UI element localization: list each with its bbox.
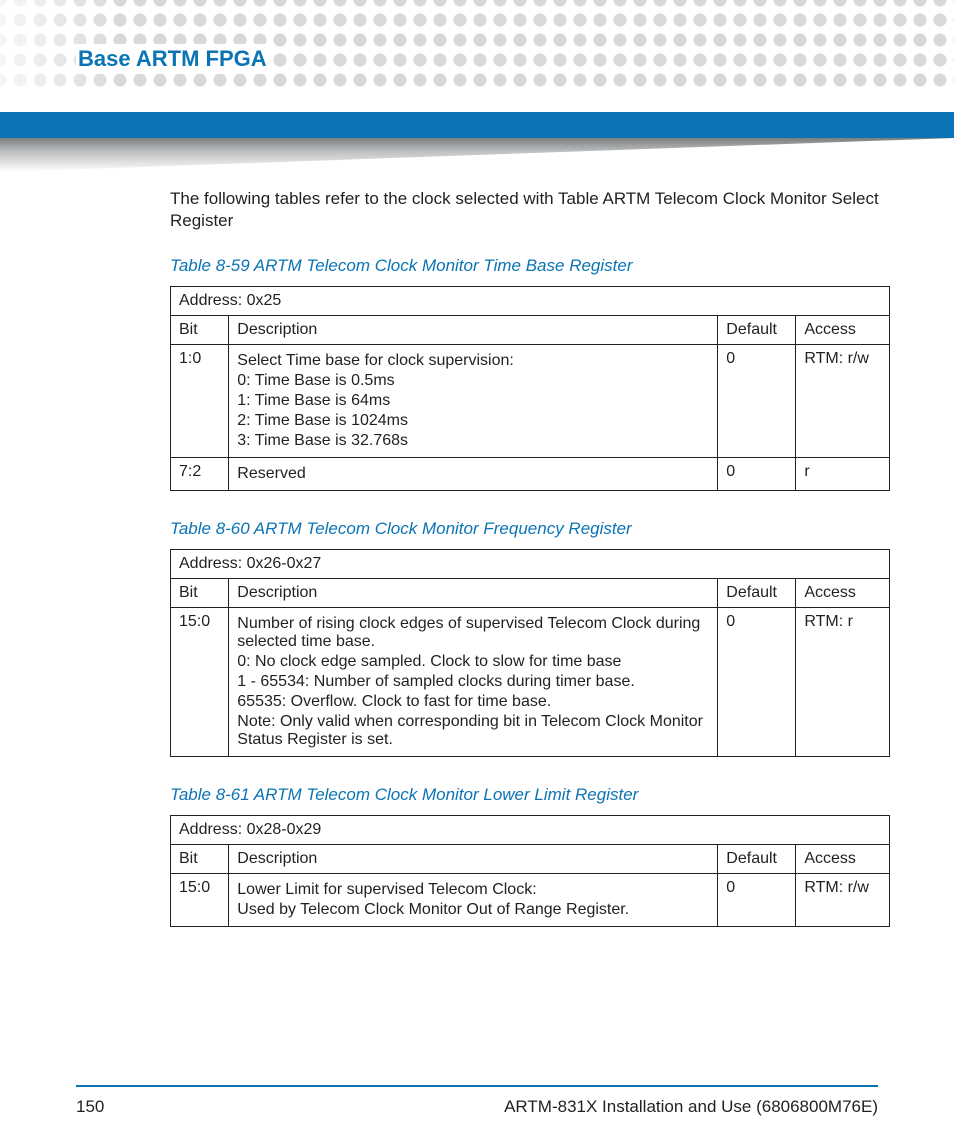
table-row: 15:0 Lower Limit for supervised Telecom C…: [171, 874, 890, 927]
desc-line: 0: Time Base is 0.5ms: [237, 372, 709, 390]
table-address: Address: 0x25: [171, 287, 890, 316]
cell-bit: 1:0: [171, 345, 229, 458]
cell-access: RTM: r: [796, 608, 890, 757]
cell-bit: 7:2: [171, 458, 229, 491]
column-header-bit: Bit: [171, 579, 229, 608]
header-wedge: [0, 138, 954, 172]
register-table: Address: 0x25BitDescriptionDefaultAccess…: [170, 286, 890, 491]
content-area: The following tables refer to the clock …: [170, 188, 890, 955]
column-header-desc: Description: [229, 845, 718, 874]
desc-line: 3: Time Base is 32.768s: [237, 432, 709, 450]
table-address: Address: 0x28-0x29: [171, 816, 890, 845]
table-caption: Table 8-61 ARTM Telecom Clock Monitor Lo…: [170, 785, 890, 805]
footer-rule: [76, 1085, 878, 1087]
cell-description: Select Time base for clock supervision: 0…: [229, 345, 718, 458]
column-header-desc: Description: [229, 579, 718, 608]
table-caption: Table 8-59 ARTM Telecom Clock Monitor Ti…: [170, 256, 890, 276]
column-header-desc: Description: [229, 316, 718, 345]
desc-line: 0: No clock edge sampled. Clock to slow …: [237, 653, 709, 671]
desc-line: Used by Telecom Clock Monitor Out of Ran…: [237, 901, 709, 919]
cell-default: 0: [718, 874, 796, 927]
header-blue-bar: [0, 112, 954, 138]
column-header-bit: Bit: [171, 845, 229, 874]
desc-line: Note: Only valid when corresponding bit …: [237, 713, 709, 749]
column-header-def: Default: [718, 316, 796, 345]
table-row: 1:0Select Time base for clock supervisio…: [171, 345, 890, 458]
column-header-acc: Access: [796, 316, 890, 345]
desc-line: 1 - 65534: Number of sampled clocks duri…: [237, 673, 709, 691]
desc-line: Lower Limit for supervised Telecom Clock…: [237, 881, 709, 899]
table-caption: Table 8-60 ARTM Telecom Clock Monitor Fr…: [170, 519, 890, 539]
desc-line: 2: Time Base is 1024ms: [237, 412, 709, 430]
column-header-acc: Access: [796, 579, 890, 608]
cell-description: Lower Limit for supervised Telecom Clock…: [229, 874, 718, 927]
column-header-def: Default: [718, 579, 796, 608]
cell-default: 0: [718, 608, 796, 757]
cell-default: 0: [718, 345, 796, 458]
doc-id: ARTM-831X Installation and Use (6806800M…: [504, 1097, 878, 1117]
page-footer: 150 ARTM-831X Installation and Use (6806…: [76, 1097, 878, 1117]
cell-description: Number of rising clock edges of supervis…: [229, 608, 718, 757]
table-address: Address: 0x26-0x27: [171, 550, 890, 579]
register-table: Address: 0x26-0x27BitDescriptionDefaultA…: [170, 549, 890, 757]
desc-line: 1: Time Base is 64ms: [237, 392, 709, 410]
cell-description: Reserved: [229, 458, 718, 491]
column-header-bit: Bit: [171, 316, 229, 345]
table-row: 7:2 Reserved 0r: [171, 458, 890, 491]
desc-line: Number of rising clock edges of supervis…: [237, 615, 709, 651]
cell-access: RTM: r/w: [796, 874, 890, 927]
cell-access: r: [796, 458, 890, 491]
cell-bit: 15:0: [171, 874, 229, 927]
register-table: Address: 0x28-0x29BitDescriptionDefaultA…: [170, 815, 890, 927]
desc-line: Select Time base for clock supervision:: [237, 352, 709, 370]
cell-default: 0: [718, 458, 796, 491]
desc-line: 65535: Overflow. Clock to fast for time …: [237, 693, 709, 711]
column-header-def: Default: [718, 845, 796, 874]
intro-paragraph: The following tables refer to the clock …: [170, 188, 890, 232]
cell-bit: 15:0: [171, 608, 229, 757]
page-number: 150: [76, 1097, 104, 1117]
column-header-acc: Access: [796, 845, 890, 874]
table-row: 15:0Number of rising clock edges of supe…: [171, 608, 890, 757]
desc-line: Reserved: [237, 465, 709, 483]
cell-access: RTM: r/w: [796, 345, 890, 458]
page-title: Base ARTM FPGA: [76, 44, 273, 74]
